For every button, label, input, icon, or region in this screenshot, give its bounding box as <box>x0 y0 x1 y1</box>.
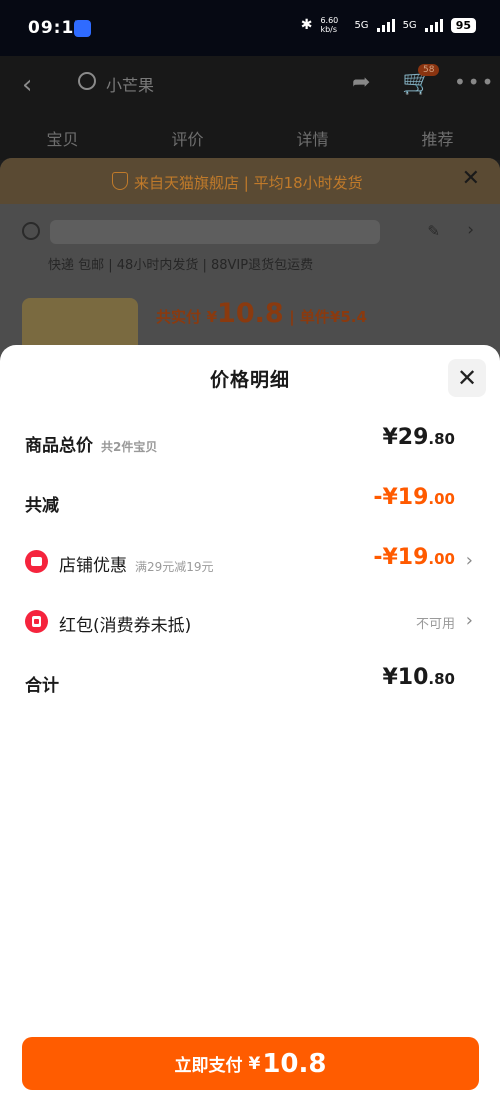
chevron-right-icon: › <box>467 220 474 240</box>
background-header: ‹ 小芒果 ➦ 🛒 58 ••• 宝贝 评价 详情 推荐 <box>0 56 500 160</box>
search-icon[interactable] <box>78 72 96 90</box>
edit-icon[interactable]: ✎ <box>427 222 440 240</box>
price-row-store-coupon[interactable]: 店铺优惠 满29元减19元 -¥19.00 › <box>25 545 475 577</box>
store-coupon-icon <box>25 550 48 573</box>
tab-item[interactable]: 宝贝 <box>0 126 125 150</box>
red-packet-icon <box>25 610 48 633</box>
price-currency: ¥ <box>206 308 218 326</box>
sheet-title: 价格明细 <box>209 369 290 391</box>
store-notice: 来自天猫旗舰店 | 平均18小时发货 ✕ <box>0 158 500 204</box>
row-value: ¥10.80 <box>382 665 455 690</box>
tab-details[interactable]: 详情 <box>250 126 375 150</box>
pay-now-button[interactable]: 立即支付 ¥ 10.8 <box>22 1037 479 1090</box>
chevron-right-icon: › <box>465 610 473 631</box>
battery-icon: 95 <box>450 17 476 33</box>
row-label: 商品总价 <box>25 436 93 456</box>
price-detail-sheet: 价格明细 ✕ 商品总价 共2件宝贝 ¥29.80 共减 -¥19.00 店铺优惠满… <box>0 345 500 1111</box>
chevron-right-icon: › <box>465 550 473 571</box>
background-price: 共实付 ¥10.8 | 单件¥5.4 <box>156 298 367 329</box>
price-row-total-goods: 商品总价 共2件宝贝 ¥29.80 <box>25 425 475 457</box>
shield-icon <box>112 172 128 190</box>
address-row[interactable]: ✎ › <box>20 212 480 252</box>
row-status: 不可用 <box>415 617 455 632</box>
status-bar: 09:17 ✱ 6.60 kb/s 5G 5G 95 <box>0 0 500 56</box>
row-sub: 满29元减19元 <box>135 560 214 574</box>
row-label: 合计 <box>25 676 59 696</box>
price-row-total-discount: 共减 -¥19.00 <box>25 485 475 517</box>
row-label: 共减 <box>25 496 59 516</box>
pay-button-currency: ¥ <box>248 1053 261 1074</box>
price-row-red-packet[interactable]: 红包(消费券未抵) 不可用 › <box>25 605 475 637</box>
tab-reviews[interactable]: 评价 <box>125 126 250 150</box>
row-label: 店铺优惠 <box>59 556 127 576</box>
cart-badge: 58 <box>418 64 440 76</box>
price-label: 共实付 <box>156 308 202 326</box>
pay-button-label: 立即支付 <box>174 1056 243 1076</box>
net-label-2: 5G <box>402 19 417 31</box>
location-icon <box>22 222 40 240</box>
signal-1-icon <box>376 18 395 32</box>
row-value: -¥19.00 <box>373 485 455 510</box>
address-redacted <box>50 220 380 244</box>
search-text[interactable]: 小芒果 <box>106 72 154 96</box>
notification-app-icon <box>74 20 91 37</box>
service-tags: 快递 包邮 | 48小时内发货 | 88VIP退货包运费 <box>48 258 314 273</box>
status-indicators: ✱ 6.60 kb/s 5G 5G 95 <box>301 16 476 34</box>
tab-recommend[interactable]: 推荐 <box>375 126 500 150</box>
row-value: ¥29.80 <box>382 425 455 450</box>
close-button[interactable]: ✕ <box>448 359 486 397</box>
bluetooth-icon: ✱ <box>300 17 313 33</box>
row-value: -¥19.00 <box>373 545 455 570</box>
background-page: ‹ 小芒果 ➦ 🛒 58 ••• 宝贝 评价 详情 推荐 来自天猫旗舰店 | 平… <box>0 56 500 458</box>
row-label: 红包(消费券未抵) <box>59 616 192 636</box>
price-row-grand-total: 合计 ¥10.80 <box>25 665 475 697</box>
row-sub: 共2件宝贝 <box>101 440 158 454</box>
store-notice-text: 来自天猫旗舰店 | 平均18小时发货 <box>134 174 363 192</box>
share-icon[interactable]: ➦ <box>352 70 370 95</box>
pay-button-amount: 10.8 <box>262 1048 327 1079</box>
signal-2-icon <box>424 18 443 32</box>
background-tabs: 宝贝 评价 详情 推荐 <box>0 126 500 150</box>
net-label-1: 5G <box>354 19 369 31</box>
unit-price: | 单件¥5.4 <box>289 308 367 326</box>
net-speed: 6.60 kb/s <box>320 16 339 34</box>
close-icon[interactable]: ✕ <box>462 166 480 191</box>
price-value: 10.8 <box>217 298 284 329</box>
close-icon: ✕ <box>456 364 478 392</box>
back-arrow-icon[interactable]: ‹ <box>22 70 32 100</box>
more-icon[interactable]: ••• <box>454 70 495 94</box>
